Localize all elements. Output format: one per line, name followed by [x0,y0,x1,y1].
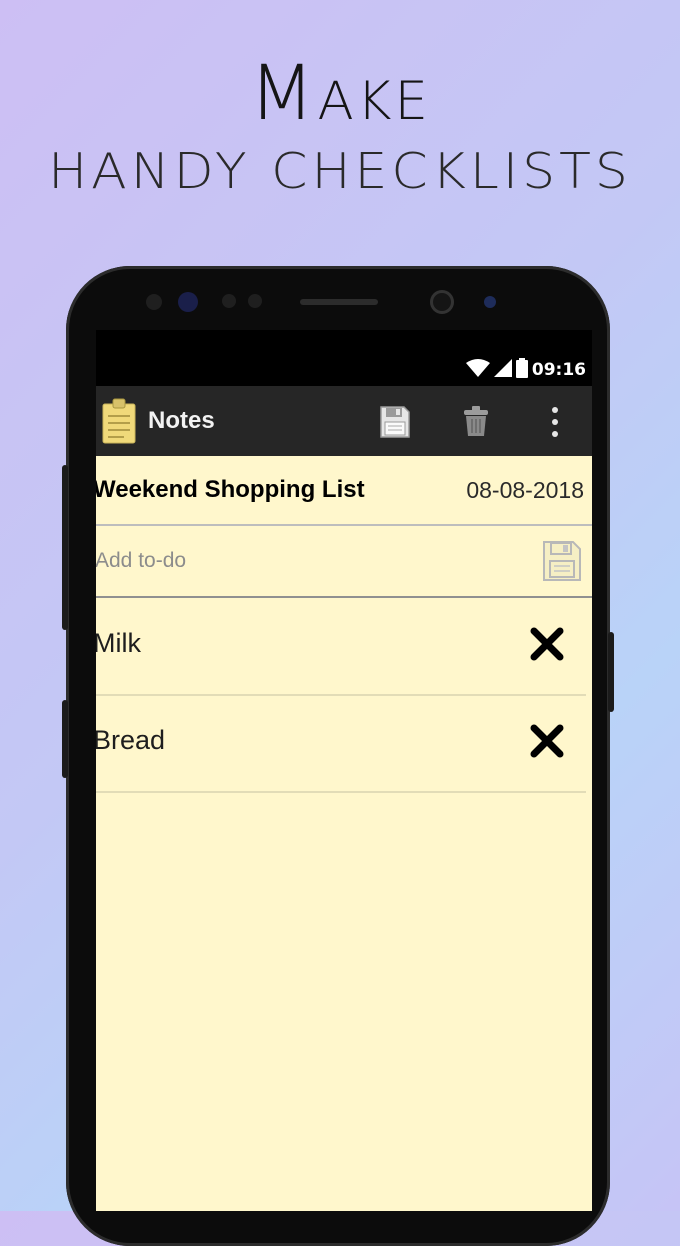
app-title: Notes [148,407,215,434]
promo-title: Make [248,48,432,137]
more-options-button[interactable] [548,406,562,442]
wifi-icon [465,359,490,381]
sensor-dot [222,294,236,308]
sensor-dot [146,294,162,310]
phone-screen: 09:16 Notes Weekend Shopping List 08-08-… [96,330,592,1211]
power-button[interactable] [608,632,614,712]
bixby-button[interactable] [62,465,68,630]
save-button[interactable] [380,406,410,442]
front-camera [430,290,454,314]
camera-lens-dot [484,296,496,308]
todo-item-label: Bread [96,725,166,755]
battery-icon [515,358,528,382]
note-date: 08-08-2018 [466,477,584,503]
todo-item-label: Milk [96,628,141,658]
iris-scanner [178,292,198,312]
sensor-dot [248,294,262,308]
todo-item[interactable]: Milk [96,598,586,696]
earpiece-speaker [300,299,378,305]
todo-item[interactable]: Bread [96,695,586,793]
add-todo-row [96,526,592,598]
remove-item-button[interactable] [530,627,564,665]
more-vert-icon [552,407,558,437]
trash-icon [464,406,488,436]
status-bar: 09:16 [96,330,592,386]
volume-button[interactable] [62,700,68,778]
close-icon [530,724,564,758]
note-title[interactable]: Weekend Shopping List [96,476,365,504]
app-bar: Notes [96,386,592,456]
close-icon [530,627,564,661]
promo-subtitle: handy checklists [48,143,632,201]
status-clock: 09:16 [531,360,586,380]
add-todo-input[interactable] [96,543,527,579]
remove-item-button[interactable] [530,724,564,762]
signal-icon [493,359,512,381]
note-header: Weekend Shopping List 08-08-2018 [96,456,592,526]
delete-button[interactable] [462,405,490,441]
notepad-icon [102,398,136,448]
floppy-disk-icon [543,541,581,581]
add-todo-save-button[interactable] [542,540,582,586]
status-icons: 09:16 [465,358,586,382]
floppy-disk-icon [380,406,410,438]
